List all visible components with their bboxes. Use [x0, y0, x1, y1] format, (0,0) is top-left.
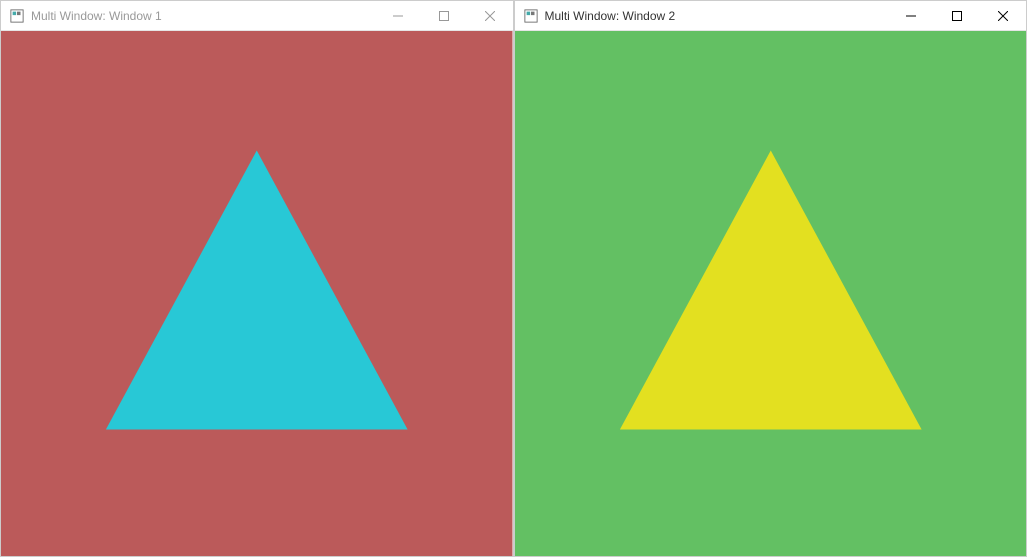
- minimize-button[interactable]: [888, 1, 934, 30]
- client-area-2: [515, 31, 1027, 556]
- canvas-2: [515, 31, 1027, 556]
- maximize-button[interactable]: [934, 1, 980, 30]
- maximize-button[interactable]: [421, 1, 467, 30]
- close-button[interactable]: [467, 1, 513, 30]
- close-button[interactable]: [980, 1, 1026, 30]
- window-title: Multi Window: Window 1: [31, 9, 375, 23]
- window-1: Multi Window: Window 1: [0, 0, 514, 557]
- app-icon: [523, 8, 539, 24]
- window-controls: [375, 1, 513, 30]
- titlebar-2[interactable]: Multi Window: Window 2: [515, 1, 1027, 31]
- titlebar-1[interactable]: Multi Window: Window 1: [1, 1, 513, 31]
- canvas-1: [1, 31, 513, 556]
- window-title: Multi Window: Window 2: [545, 9, 889, 23]
- client-area-1: [1, 31, 513, 556]
- window-2: Multi Window: Window 2: [514, 0, 1027, 557]
- app-icon: [9, 8, 25, 24]
- window-controls: [888, 1, 1026, 30]
- minimize-button[interactable]: [375, 1, 421, 30]
